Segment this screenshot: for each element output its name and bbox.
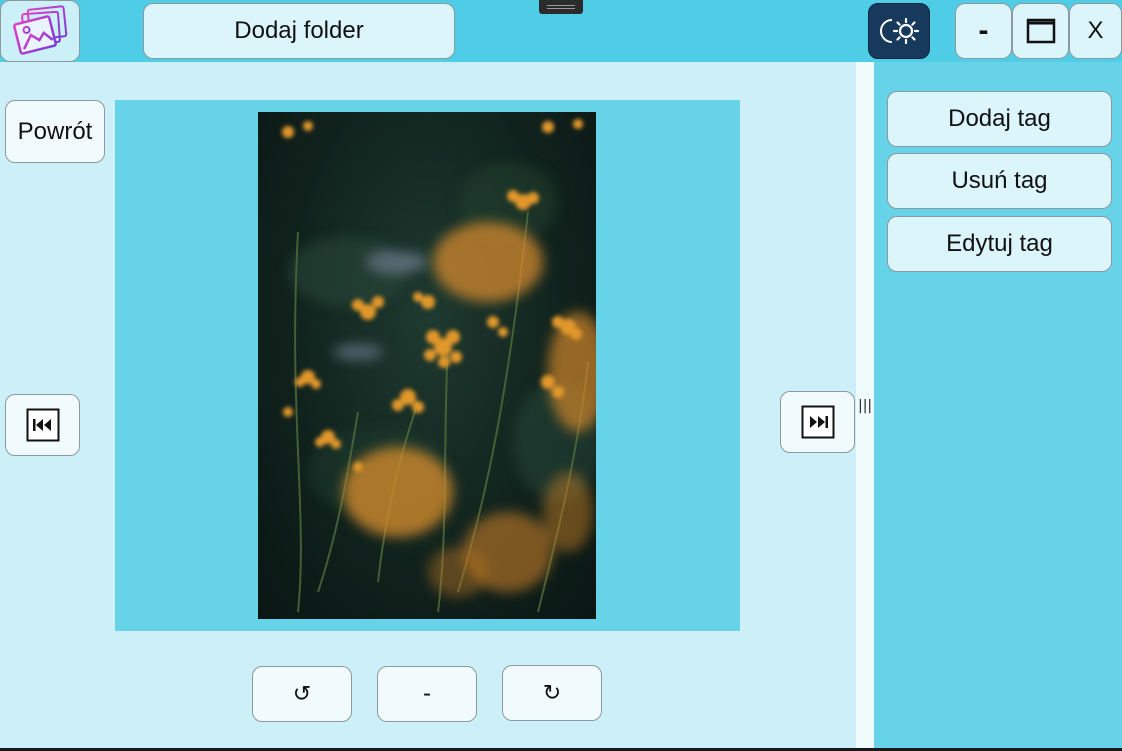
moon-sun-icon [880, 17, 920, 45]
rotate-right-button[interactable]: ↻ [502, 665, 602, 721]
maximize-icon [1026, 18, 1055, 44]
minimize-button[interactable]: - [955, 3, 1012, 59]
remove-tag-button[interactable]: Usuń tag [887, 153, 1112, 209]
next-image-button[interactable] [780, 391, 855, 453]
edit-tag-button[interactable]: Edytuj tag [887, 216, 1112, 272]
close-button[interactable]: X [1069, 3, 1122, 59]
window-drag-handle[interactable] [539, 0, 583, 14]
skip-next-icon [801, 405, 834, 439]
skip-previous-icon [26, 408, 59, 442]
back-button[interactable]: Powrót [5, 100, 105, 163]
add-folder-button[interactable]: Dodaj folder [143, 3, 455, 59]
add-tag-button[interactable]: Dodaj tag [887, 91, 1112, 147]
app-logo [0, 0, 80, 62]
splitter-grip[interactable]: ||| [858, 398, 872, 414]
previous-image-button[interactable] [5, 394, 80, 456]
flower-photo [282, 119, 596, 613]
rotate-left-button[interactable]: ↺ [252, 666, 352, 722]
gallery-logo-icon [13, 5, 68, 55]
photo-preview [258, 112, 596, 619]
reset-rotation-button[interactable]: - [377, 666, 477, 722]
theme-toggle-button[interactable] [868, 3, 930, 59]
maximize-button[interactable] [1012, 3, 1069, 59]
